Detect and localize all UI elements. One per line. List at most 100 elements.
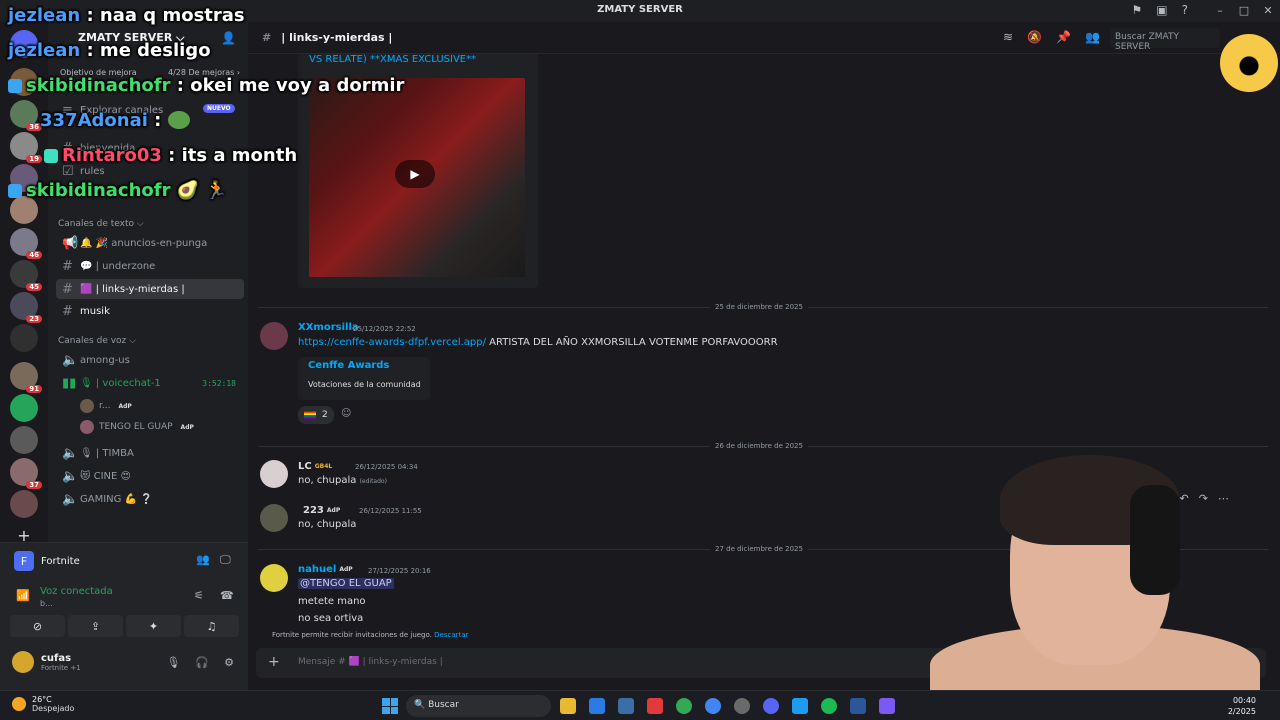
attach-icon[interactable]: + bbox=[268, 654, 280, 670]
voice-member[interactable]: TENGO EL GUAP AdP bbox=[80, 420, 194, 434]
voice-channel-sub: b... bbox=[40, 599, 53, 608]
mute-bell-icon[interactable]: 🔕 bbox=[1027, 30, 1042, 44]
message-author[interactable]: LC GB4L bbox=[298, 461, 332, 472]
sun-icon bbox=[12, 697, 26, 711]
reaction[interactable]: 2 bbox=[298, 406, 334, 424]
channel-underzone[interactable]: # 💬 | underzone bbox=[56, 256, 244, 276]
voice-channel-among-us[interactable]: 🔈 among-us bbox=[56, 350, 244, 370]
stream-chat-line: skibidinachofr : okei me voy a dormir bbox=[8, 75, 404, 96]
close-button[interactable]: ✕ bbox=[1256, 0, 1280, 22]
discord-icon[interactable] bbox=[763, 698, 779, 714]
microphone-icon[interactable]: 🎙 bbox=[166, 656, 180, 669]
unread-badge: 45 bbox=[26, 283, 42, 291]
invite-friends-icon[interactable]: 👥 bbox=[196, 553, 210, 566]
unread-badge: 46 bbox=[26, 251, 42, 259]
user-mention[interactable]: @TENGO EL GUAP bbox=[298, 578, 394, 589]
message-author[interactable]: 223 AdP bbox=[303, 505, 340, 516]
server-icon[interactable] bbox=[10, 490, 38, 518]
user-panel: F Fortnite 👥 🖵 📶 Voz conectada b... ⚟ ☎ ⊘… bbox=[0, 542, 248, 690]
message-link[interactable]: https://cenffe-awards-dfpf.vercel.app/ bbox=[298, 337, 486, 348]
hash-icon: # bbox=[62, 281, 73, 297]
server-icon[interactable] bbox=[10, 324, 38, 352]
server-icon[interactable] bbox=[10, 426, 38, 454]
avatar[interactable] bbox=[260, 564, 288, 592]
pepe-emote-icon bbox=[167, 111, 190, 129]
voice-channels-category[interactable]: Canales de voz ⌵ bbox=[58, 336, 136, 346]
notepad-icon[interactable] bbox=[850, 698, 866, 714]
server-icon[interactable]: 91 bbox=[10, 362, 42, 393]
chrome-icon[interactable] bbox=[676, 698, 692, 714]
voice-channel-cine[interactable]: 🔈 😻 CINE 😍 bbox=[56, 466, 244, 486]
server-icon[interactable]: 23 bbox=[10, 292, 42, 323]
server-icon[interactable]: 37 bbox=[10, 458, 42, 489]
inbox-icon[interactable]: ▣ bbox=[1156, 3, 1167, 17]
card-title[interactable]: Cenffe Awards bbox=[308, 360, 389, 371]
app-icon[interactable] bbox=[734, 698, 750, 714]
message-timestamp: 25/12/2025 22:52 bbox=[353, 325, 416, 333]
current-user[interactable]: cufas Fortnite +1 bbox=[12, 651, 81, 673]
voice-channel-voicechat-1[interactable]: ▮▮ 🎙 | voicechat-1 3:52:18 bbox=[56, 373, 244, 393]
system-clock[interactable]: 00:40 2/2025 bbox=[1228, 695, 1256, 717]
add-reaction-icon[interactable]: ☺ bbox=[341, 408, 351, 419]
avatar[interactable] bbox=[260, 322, 288, 350]
soundboard-button[interactable]: ♫ bbox=[184, 615, 239, 637]
text-channels-category[interactable]: Canales de texto ⌵ bbox=[58, 219, 144, 229]
play-icon[interactable]: ▶ bbox=[395, 160, 435, 188]
disconnect-icon[interactable]: ☎ bbox=[220, 589, 234, 602]
message-author[interactable]: XXmorsilla bbox=[298, 322, 359, 333]
video-thumbnail[interactable]: ▶ bbox=[309, 78, 525, 277]
windows-start-icon[interactable] bbox=[382, 698, 398, 714]
avatar[interactable] bbox=[260, 504, 288, 532]
app-icon[interactable] bbox=[647, 698, 663, 714]
server-icon[interactable]: 45 bbox=[10, 260, 42, 291]
activity-row[interactable]: F Fortnite bbox=[14, 551, 80, 571]
members-icon[interactable]: 👥 bbox=[1085, 30, 1100, 44]
channel-links-y-mierdas[interactable]: # 🟪 | links-y-mierdas | bbox=[56, 279, 244, 299]
server-icon[interactable]: 46 bbox=[10, 228, 42, 259]
chrome-icon[interactable] bbox=[705, 698, 721, 714]
threads-icon[interactable]: ≋ bbox=[1003, 30, 1013, 44]
noise-suppression-icon[interactable]: ⚟ bbox=[194, 589, 204, 602]
message-input[interactable]: Mensaje # 🟪 | links-y-mierdas | bbox=[298, 657, 443, 667]
voice-status[interactable]: Voz conectada bbox=[40, 586, 113, 597]
store-icon[interactable] bbox=[618, 698, 634, 714]
minimize-button[interactable]: – bbox=[1208, 0, 1232, 22]
search-input[interactable]: Buscar ZMATY SERVER bbox=[1110, 28, 1220, 52]
voice-member[interactable]: r... AdP bbox=[80, 399, 132, 413]
channel-anuncios[interactable]: 📢 🔔 🎉 anuncios-en-punga bbox=[56, 233, 244, 253]
message-text: no sea ortiva bbox=[298, 613, 364, 624]
taskbar-search[interactable]: 🔍 Buscar bbox=[406, 695, 551, 717]
screen-icon[interactable]: 🖵 bbox=[220, 553, 231, 567]
spotify-icon[interactable] bbox=[821, 698, 837, 714]
server-icon[interactable] bbox=[10, 394, 38, 422]
channel-musik[interactable]: # musik bbox=[56, 301, 244, 321]
avatar bbox=[80, 420, 94, 434]
embed-title[interactable]: VS RELATE) **XMAS EXCLUSIVE** bbox=[309, 54, 476, 65]
message-author[interactable]: nahuel AdP bbox=[298, 564, 353, 575]
server-icon[interactable]: 36 bbox=[10, 100, 42, 131]
app-icon[interactable] bbox=[792, 698, 808, 714]
help-icon[interactable]: ? bbox=[1182, 3, 1188, 17]
app-icon[interactable] bbox=[589, 698, 605, 714]
avatar[interactable] bbox=[260, 460, 288, 488]
flag-icon[interactable]: ⚑ bbox=[1132, 3, 1143, 17]
activities-button[interactable]: ✦ bbox=[126, 615, 181, 637]
voice-channel-gaming[interactable]: 🔈 GAMING 💪 ❔ bbox=[56, 489, 244, 509]
weather-widget[interactable]: 26°C Despejado bbox=[12, 695, 74, 713]
voice-channel-timba[interactable]: 🔈 🎙 | TIMBA bbox=[56, 443, 244, 463]
server-icon[interactable]: 19 bbox=[10, 132, 42, 163]
unread-badge: 37 bbox=[26, 481, 42, 489]
unread-badge: 91 bbox=[26, 385, 42, 393]
gear-icon[interactable]: ⚙ bbox=[224, 656, 234, 669]
message-timestamp: 26/12/2025 04:34 bbox=[355, 463, 418, 471]
dismiss-link[interactable]: Descartar bbox=[434, 631, 468, 639]
weather-desc: Despejado bbox=[32, 704, 75, 713]
pin-icon[interactable]: 📌 bbox=[1056, 30, 1071, 44]
maximize-button[interactable]: □ bbox=[1232, 0, 1256, 22]
app-icon[interactable] bbox=[879, 698, 895, 714]
screen-share-button[interactable]: ⇪ bbox=[68, 615, 123, 637]
invite-icon[interactable]: 👤 bbox=[221, 31, 236, 45]
file-explorer-icon[interactable] bbox=[560, 698, 576, 714]
camera-off-button[interactable]: ⊘ bbox=[10, 615, 65, 637]
headphones-icon[interactable]: 🎧 bbox=[195, 656, 209, 669]
